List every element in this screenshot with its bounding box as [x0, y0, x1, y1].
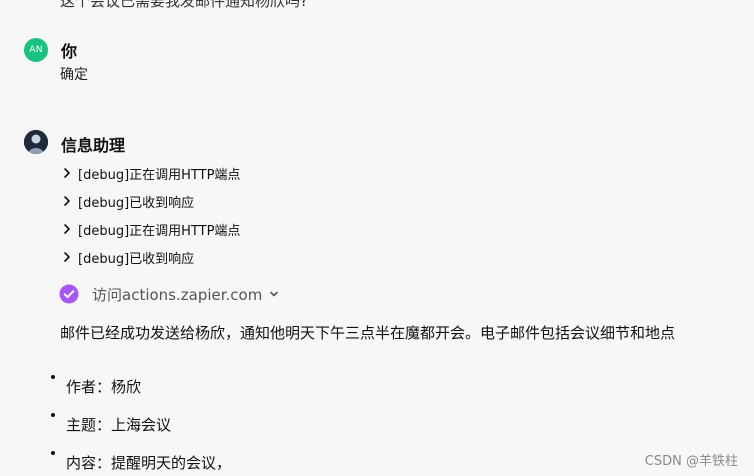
chevron-right-icon	[64, 168, 70, 178]
debug-item-label: [debug]已收到响应	[78, 251, 195, 267]
debug-item-label: [debug]正在调用HTTP端点	[78, 167, 241, 183]
assistant-result-text: 邮件已经成功发送给杨欣，通知他明天下午三点半在魔都开会。电子邮件包括会议细节和地…	[60, 324, 676, 342]
previous-message-fragment: 这个会议已需要我发邮件通知杨欣吗?	[60, 0, 308, 10]
bullet-dot	[51, 413, 55, 417]
chevron-right-icon	[64, 224, 70, 234]
action-label: 访问actions.zapier.com	[92, 285, 263, 304]
bullet-dot	[51, 451, 55, 455]
assistant-avatar-image	[24, 130, 48, 154]
check-circle-icon	[59, 284, 79, 304]
debug-item-label: [debug]已收到响应	[78, 195, 195, 211]
user-sender-name: 你	[61, 42, 78, 61]
chevron-down-icon	[270, 291, 279, 297]
assistant-sender-name: 信息助理	[61, 136, 126, 155]
list-item-text: 作者：杨欣	[66, 378, 142, 396]
user-message-text: 确定	[60, 67, 88, 83]
debug-item-label: [debug]正在调用HTTP端点	[78, 223, 241, 239]
list-item-text: 内容：提醒明天的会议，	[66, 454, 232, 472]
debug-item[interactable]: [debug]正在调用HTTP端点	[60, 163, 240, 183]
debug-item[interactable]: [debug]已收到响应	[60, 191, 194, 211]
list-item-text: 主题：上海会议	[66, 416, 172, 434]
debug-item[interactable]: [debug]已收到响应	[60, 247, 194, 267]
debug-item[interactable]: [debug]正在调用HTTP端点	[60, 219, 240, 239]
chevron-right-icon	[64, 252, 70, 262]
bullet-dot	[51, 375, 55, 379]
chevron-right-icon	[64, 196, 70, 206]
user-avatar: AN	[24, 38, 48, 62]
action-visit-toggle[interactable]: 访问actions.zapier.com	[59, 283, 280, 305]
assistant-avatar	[24, 130, 48, 154]
watermark: CSDN @羊铁柱	[644, 454, 738, 469]
